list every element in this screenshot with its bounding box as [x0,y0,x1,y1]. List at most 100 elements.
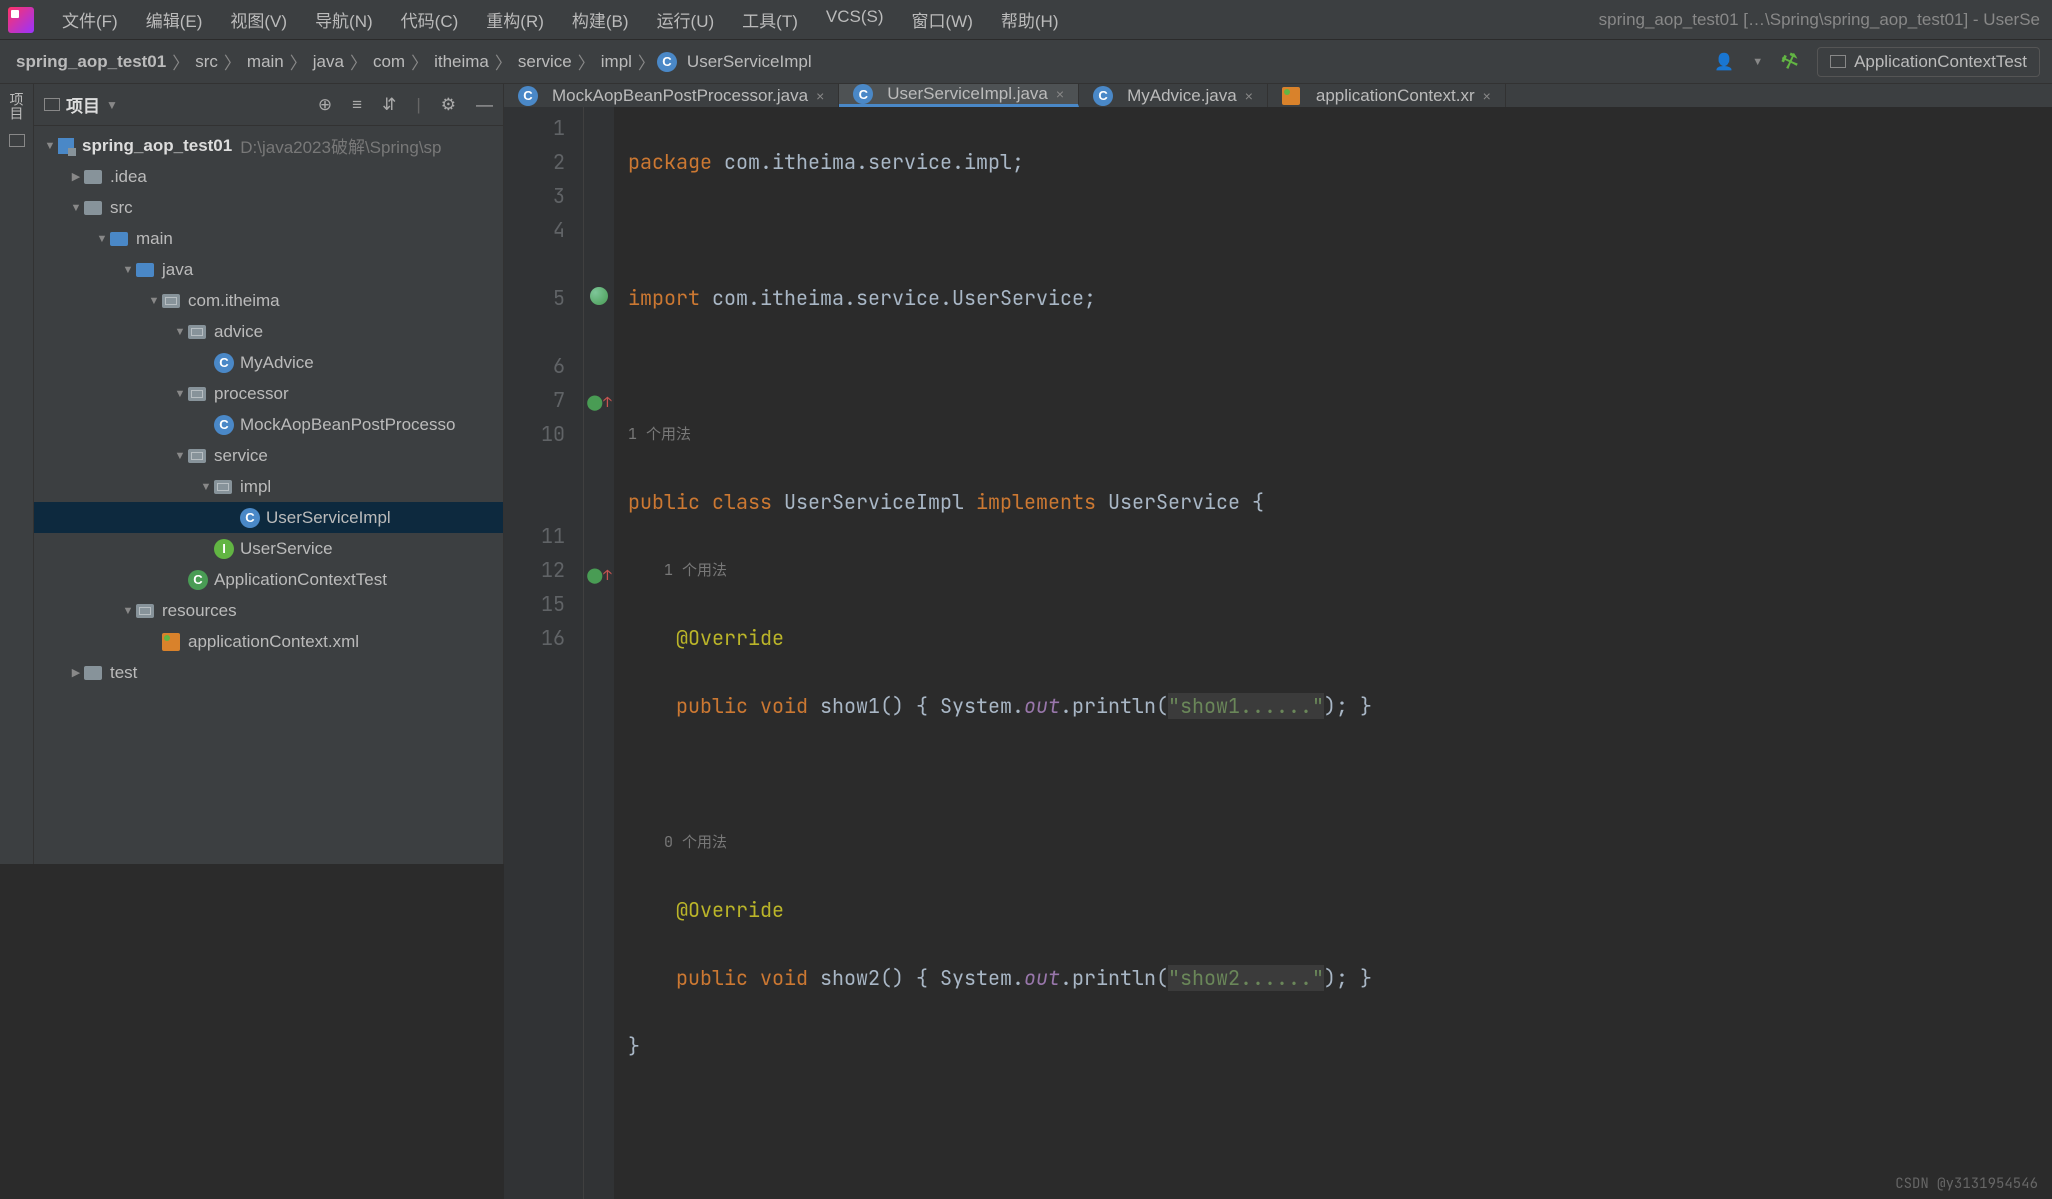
breadcrumb[interactable]: impl [597,52,636,72]
menu-item[interactable]: 帮助(H) [987,7,1073,32]
menu-item[interactable]: 导航(N) [301,7,387,32]
close-tab-icon[interactable]: × [1056,86,1064,102]
expand-toggle[interactable]: ▼ [198,481,214,493]
tree-label: processor [214,384,289,404]
menu-item[interactable]: 窗口(W) [898,7,987,32]
interface-icon: I [214,539,234,559]
breadcrumb[interactable]: main [243,52,288,72]
tree-row[interactable]: ▼ service [34,440,503,471]
tree-row[interactable]: ▼impl [34,471,503,502]
tree-root[interactable]: ▼ spring_aop_test01 D:\java2023破解\Spring… [34,130,503,161]
editor-tab[interactable]: CMyAdvice.java× [1079,84,1268,107]
expand-toggle[interactable]: ▼ [68,202,84,214]
expand-toggle[interactable]: ▼ [120,605,136,617]
hide-icon[interactable]: — [476,95,493,115]
menu-item[interactable]: 重构(R) [472,7,558,32]
tab-label: MockAopBeanPostProcessor.java [552,86,808,106]
app-logo [8,7,34,33]
breadcrumb[interactable]: service [514,52,576,72]
line-number: 12 [504,553,565,587]
breadcrumb[interactable]: com [369,52,409,72]
tree-row[interactable]: ▶.idea [34,161,503,192]
editor-tabs: CMockAopBeanPostProcessor.java×CUserServ… [504,84,2052,107]
expand-toggle[interactable]: ▼ [172,388,188,400]
folder-icon [162,294,180,308]
tree-row[interactable]: CMyAdvice [34,347,503,378]
tree-row[interactable]: ▼main [34,223,503,254]
expand-icon[interactable]: ≡ [352,95,362,115]
expand-toggle[interactable]: ▶ [68,666,84,679]
folder-icon [188,325,206,339]
tree-row[interactable]: IUserService [34,533,503,564]
expand-toggle[interactable]: ▼ [120,264,136,276]
tree-row[interactable]: ▼src [34,192,503,223]
menu-item[interactable]: 构建(B) [558,7,643,32]
view-mode-dropdown[interactable]: ▼ [106,98,118,112]
code-content[interactable]: package com.itheima.service.impl; import… [614,107,2052,1199]
xml-file-icon [162,633,180,651]
menu-item[interactable]: VCS(S) [812,7,898,32]
tree-row[interactable]: CApplicationContextTest [34,564,503,595]
breadcrumb[interactable]: java [309,52,348,72]
collapse-icon[interactable]: ⇵ [382,95,396,115]
override-icon[interactable]: ⬤ [586,392,603,412]
chevron-icon: 〉 [636,49,657,74]
breadcrumb[interactable]: UserServiceImpl [683,52,816,72]
build-icon[interactable]: ⚒ [1777,47,1802,77]
breadcrumb[interactable]: src [191,52,222,72]
tree-row[interactable]: ▼com.itheima [34,285,503,316]
class-icon: C [1093,86,1113,106]
line-gutter: 1234 5 6710 11121516 [504,107,584,1199]
menu-item[interactable]: 工具(T) [728,7,812,32]
run-config-selector[interactable]: ApplicationContextTest [1817,47,2040,77]
spring-bean-icon[interactable] [590,287,608,305]
project-view-icon [44,98,60,111]
close-tab-icon[interactable]: × [1483,88,1491,104]
close-tab-icon[interactable]: × [1245,88,1253,104]
tree-row[interactable]: ▼advice [34,316,503,347]
class-icon: C [657,52,677,72]
tree-row[interactable]: applicationContext.xml [34,626,503,657]
settings-icon[interactable]: ⚙ [441,95,456,115]
tree-label: service [214,446,268,466]
tree-row[interactable]: ▶ test [34,657,503,688]
folder-icon [214,480,232,494]
line-number: 4 [504,213,565,247]
expand-toggle[interactable]: ▼ [172,450,188,462]
folder-icon [84,201,102,215]
tree-row[interactable]: ▼java [34,254,503,285]
select-target-icon[interactable]: ⊕ [318,95,332,115]
close-tab-icon[interactable]: × [816,88,824,104]
menu-item[interactable]: 运行(U) [643,7,729,32]
chevron-icon: 〉 [222,49,243,74]
override-icon[interactable]: ⬤ [586,565,603,585]
menu-item[interactable]: 代码(C) [387,7,473,32]
left-tool-bar: 项目 [0,84,34,864]
gutter-marks: ⬤↑ ⬤↑ [584,107,614,1199]
structure-tool-icon[interactable] [9,134,25,147]
expand-toggle[interactable]: ▼ [172,326,188,338]
tree-label: UserServiceImpl [266,508,391,528]
chevron-icon: 〉 [288,49,309,74]
user-icon[interactable] [1714,52,1734,72]
editor-tab[interactable]: applicationContext.xr× [1268,84,1506,107]
line-number: 11 [504,519,565,553]
editor-tab[interactable]: CMockAopBeanPostProcessor.java× [504,84,839,107]
expand-toggle[interactable]: ▼ [146,295,162,307]
menu-item[interactable]: 编辑(E) [132,7,217,32]
tree-label: test [110,663,137,683]
expand-toggle[interactable]: ▼ [94,233,110,245]
tree-row[interactable]: ▼ processor [34,378,503,409]
menu-item[interactable]: 视图(V) [216,7,301,32]
expand-toggle[interactable]: ▶ [68,170,84,183]
project-tree: ▼ spring_aop_test01 D:\java2023破解\Spring… [34,126,503,864]
tree-row[interactable]: CUserServiceImpl [34,502,503,533]
breadcrumb[interactable]: itheima [430,52,493,72]
editor-tab[interactable]: CUserServiceImpl.java× [839,84,1079,107]
project-tool-button[interactable]: 项目 [7,92,27,120]
tree-row[interactable]: CMockAopBeanPostProcesso [34,409,503,440]
tree-row[interactable]: ▼resources [34,595,503,626]
breadcrumb[interactable]: spring_aop_test01 [12,52,170,72]
menu-item[interactable]: 文件(F) [48,7,132,32]
folder-icon [188,449,206,463]
